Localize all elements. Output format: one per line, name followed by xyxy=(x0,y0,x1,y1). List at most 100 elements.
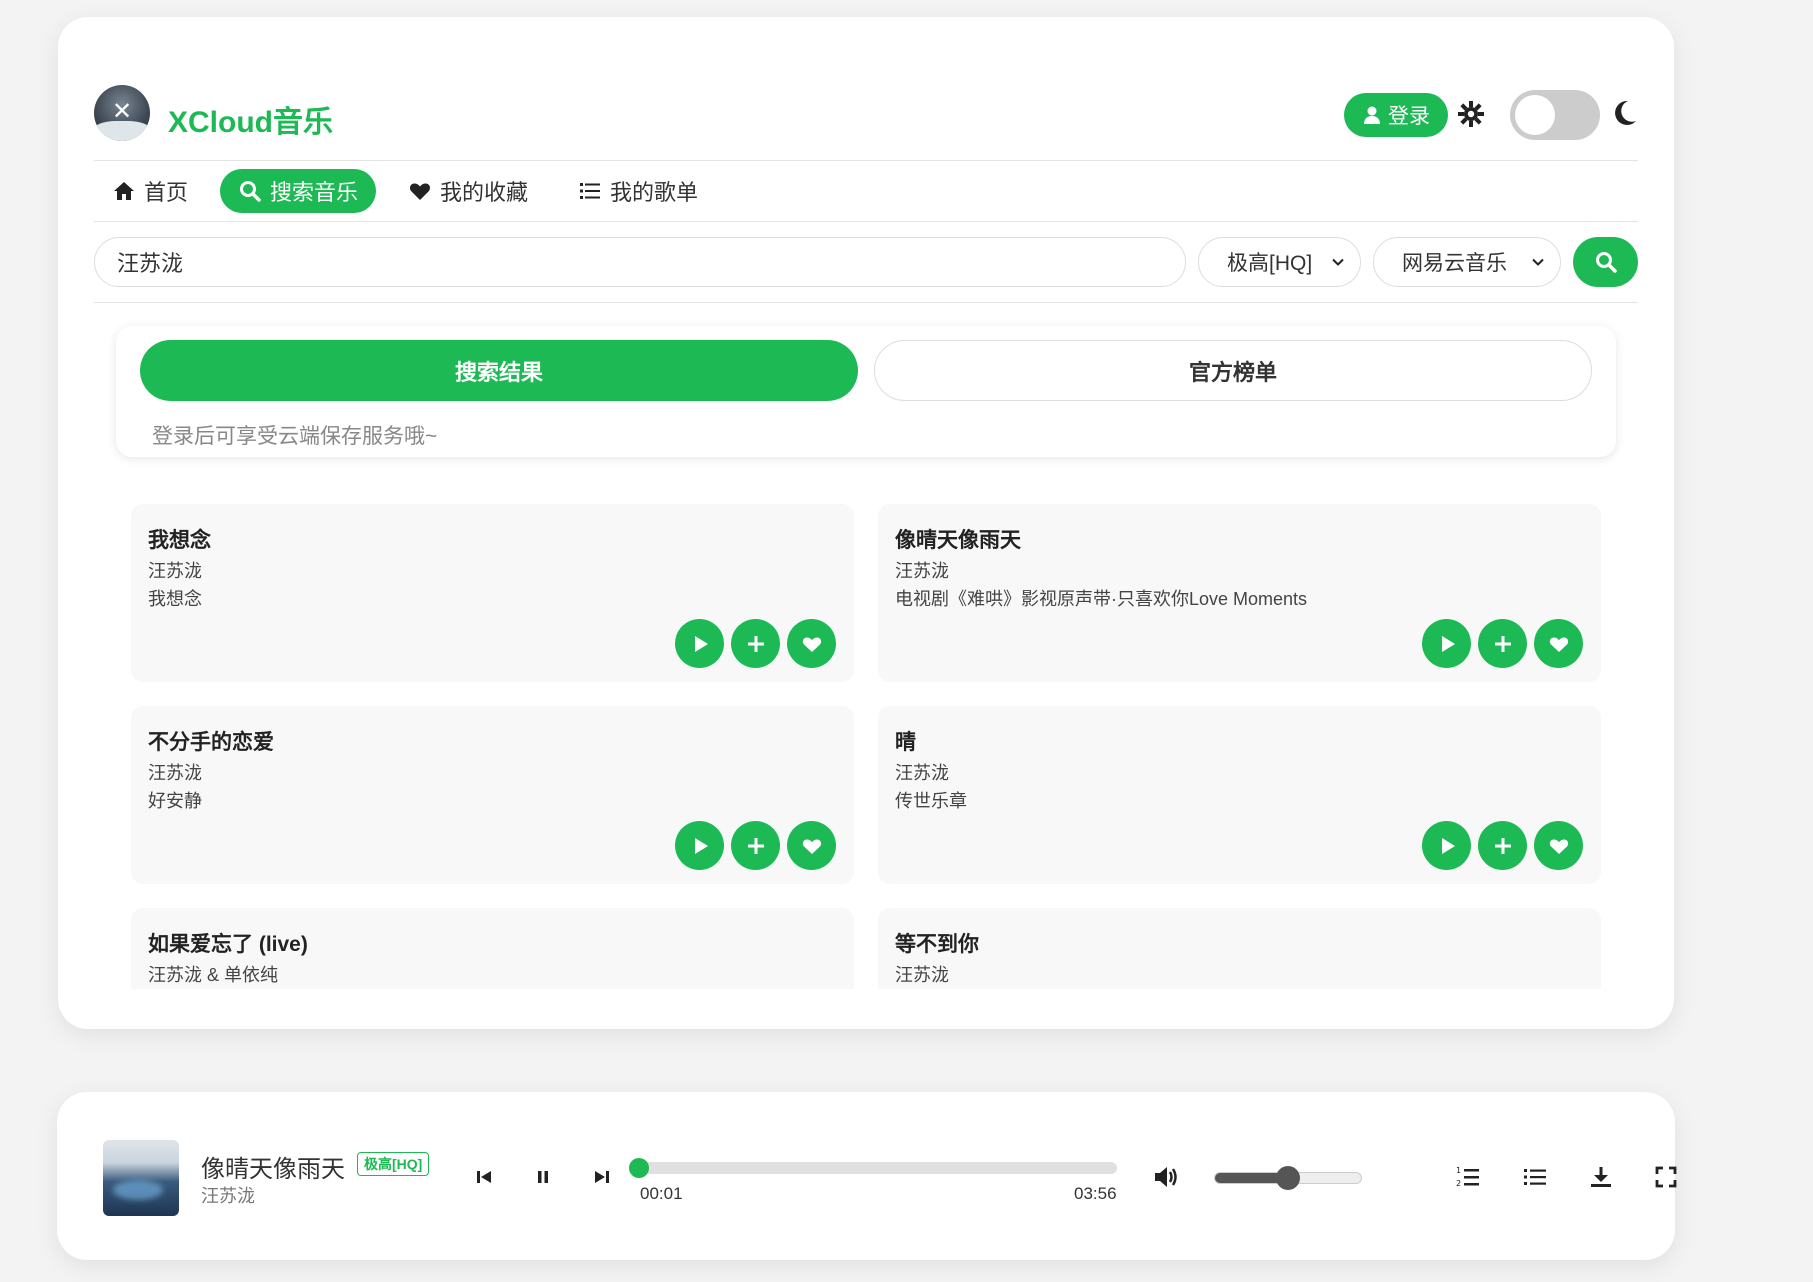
main-card: ✕ XCloud音乐 登录 首页 搜索音乐 我的收藏 我的歌单 汪苏泷 极高[H… xyxy=(58,17,1674,1029)
play-button[interactable] xyxy=(675,619,724,668)
song-card[interactable]: 像晴天像雨天 汪苏泷 电视剧《难哄》影视原声带·只喜欢你Love Moments xyxy=(878,504,1601,682)
skip-forward-icon xyxy=(595,1171,609,1183)
login-label: 登录 xyxy=(1388,105,1430,128)
progress-bar[interactable] xyxy=(628,1158,1117,1178)
toggle-knob xyxy=(1515,95,1555,135)
list-icon xyxy=(580,183,601,199)
fullscreen-icon[interactable] xyxy=(1653,1164,1679,1190)
nav-playlists[interactable]: 我的歌单 xyxy=(560,169,716,213)
nav-favorites[interactable]: 我的收藏 xyxy=(390,169,546,213)
quality-select[interactable]: 极高[HQ] xyxy=(1198,237,1361,287)
login-tip: 登录后可享受云端保存服务哦~ xyxy=(152,425,438,448)
play-button[interactable] xyxy=(1422,821,1471,870)
plus-icon xyxy=(1494,837,1511,854)
play-button[interactable] xyxy=(1422,619,1471,668)
song-card[interactable]: 如果爱忘了 (live) 汪苏泷 & 单依纯 xyxy=(131,908,854,989)
song-artist: 汪苏泷 xyxy=(895,965,949,985)
play-icon xyxy=(694,837,708,854)
chevron-down-icon xyxy=(1532,258,1544,266)
play-icon xyxy=(694,635,708,652)
heart-icon xyxy=(1549,636,1568,652)
search-row: 极高[HQ] 网易云音乐 xyxy=(94,221,1638,303)
tab-panel: 搜索结果 官方榜单 登录后可享受云端保存服务哦~ xyxy=(116,326,1616,457)
home-icon xyxy=(114,182,134,200)
favorite-button[interactable] xyxy=(787,619,836,668)
search-icon xyxy=(240,181,261,202)
song-title: 不分手的恋爱 xyxy=(148,731,274,754)
progress-thumb[interactable] xyxy=(628,1158,649,1178)
playlist-icon[interactable] xyxy=(1522,1164,1548,1190)
nav-home[interactable]: 首页 xyxy=(94,169,206,213)
main-nav: 首页 搜索音乐 我的收藏 我的歌单 xyxy=(94,161,1638,222)
song-album: 电视剧《难哄》影视原声带·只喜欢你Love Moments xyxy=(895,589,1308,609)
song-artist: 汪苏泷 & 单依纯 xyxy=(148,965,279,985)
play-icon xyxy=(1441,635,1455,652)
nav-home-label: 首页 xyxy=(144,180,189,205)
now-playing-title: 像晴天像雨天 xyxy=(201,1156,345,1183)
song-artist: 汪苏泷 xyxy=(148,561,202,581)
pause-button[interactable] xyxy=(530,1164,556,1190)
volume-thumb[interactable] xyxy=(1276,1166,1300,1190)
favorite-button[interactable] xyxy=(1534,619,1583,668)
total-time: 03:56 xyxy=(1074,1184,1117,1203)
plus-icon xyxy=(747,837,764,854)
user-icon xyxy=(1364,106,1380,124)
song-album: 传世乐章 xyxy=(895,791,967,811)
player-bar: 像晴天像雨天 极高[HQ] 汪苏泷 00:01 03:56 12 xyxy=(57,1092,1677,1260)
add-to-playlist-button[interactable] xyxy=(731,821,780,870)
song-artist: 汪苏泷 xyxy=(148,763,202,783)
previous-button[interactable] xyxy=(471,1164,497,1190)
download-icon[interactable] xyxy=(1588,1164,1614,1190)
search-input[interactable] xyxy=(94,237,1186,287)
nav-search-label: 搜索音乐 xyxy=(270,180,359,205)
add-to-playlist-button[interactable] xyxy=(1478,821,1527,870)
chevron-down-icon xyxy=(1332,258,1344,266)
nav-search[interactable]: 搜索音乐 xyxy=(220,169,377,213)
skip-back-icon xyxy=(477,1171,491,1183)
song-artist: 汪苏泷 xyxy=(895,561,949,581)
moon-icon xyxy=(1615,100,1636,125)
volume-slider[interactable] xyxy=(1214,1166,1362,1190)
play-icon xyxy=(1441,837,1455,854)
source-select[interactable]: 网易云音乐 xyxy=(1373,237,1561,287)
song-card[interactable]: 不分手的恋爱 汪苏泷 好安静 xyxy=(131,706,854,884)
app-title: XCloud音乐 xyxy=(168,106,333,139)
ordered-list-icon[interactable]: 12 xyxy=(1455,1164,1481,1190)
plus-icon xyxy=(747,635,764,652)
svg-text:1: 1 xyxy=(1456,1166,1461,1175)
gear-icon xyxy=(1458,101,1484,127)
nav-favorites-label: 我的收藏 xyxy=(440,180,529,205)
song-artist: 汪苏泷 xyxy=(895,763,949,783)
login-button[interactable]: 登录 xyxy=(1344,93,1448,137)
favorite-button[interactable] xyxy=(1534,821,1583,870)
song-title: 像晴天像雨天 xyxy=(895,529,1021,552)
song-title: 如果爱忘了 (live) xyxy=(148,933,308,956)
heart-icon xyxy=(410,183,431,200)
favorite-button[interactable] xyxy=(787,821,836,870)
song-album: 我想念 xyxy=(148,589,202,609)
tab-search-results[interactable]: 搜索结果 xyxy=(140,340,858,401)
now-playing-artist: 汪苏泷 xyxy=(201,1186,255,1206)
song-album: 好安静 xyxy=(148,791,202,811)
next-button[interactable] xyxy=(589,1164,615,1190)
heart-icon xyxy=(1549,838,1568,854)
add-to-playlist-button[interactable] xyxy=(731,619,780,668)
search-button[interactable] xyxy=(1573,237,1638,287)
theme-toggle[interactable] xyxy=(1510,90,1600,140)
song-title: 我想念 xyxy=(148,529,211,552)
current-time: 00:01 xyxy=(640,1184,683,1203)
song-card[interactable]: 等不到你 汪苏泷 xyxy=(878,908,1601,989)
album-cover[interactable] xyxy=(103,1140,179,1216)
song-card[interactable]: 晴 汪苏泷 传世乐章 xyxy=(878,706,1601,884)
svg-text:2: 2 xyxy=(1456,1179,1461,1188)
song-title: 晴 xyxy=(895,731,916,754)
song-grid: 我想念 汪苏泷 我想念 像晴天像雨天 汪苏泷 电视剧《难哄》影视原声带·只喜欢你… xyxy=(131,504,1601,989)
tab-official-charts[interactable]: 官方榜单 xyxy=(874,340,1592,401)
nav-playlists-label: 我的歌单 xyxy=(610,180,699,205)
add-to-playlist-button[interactable] xyxy=(1478,619,1527,668)
song-card[interactable]: 我想念 汪苏泷 我想念 xyxy=(131,504,854,682)
app-logo: ✕ xyxy=(94,85,150,141)
heart-icon xyxy=(802,838,821,854)
play-button[interactable] xyxy=(675,821,724,870)
volume-icon[interactable] xyxy=(1152,1162,1182,1192)
